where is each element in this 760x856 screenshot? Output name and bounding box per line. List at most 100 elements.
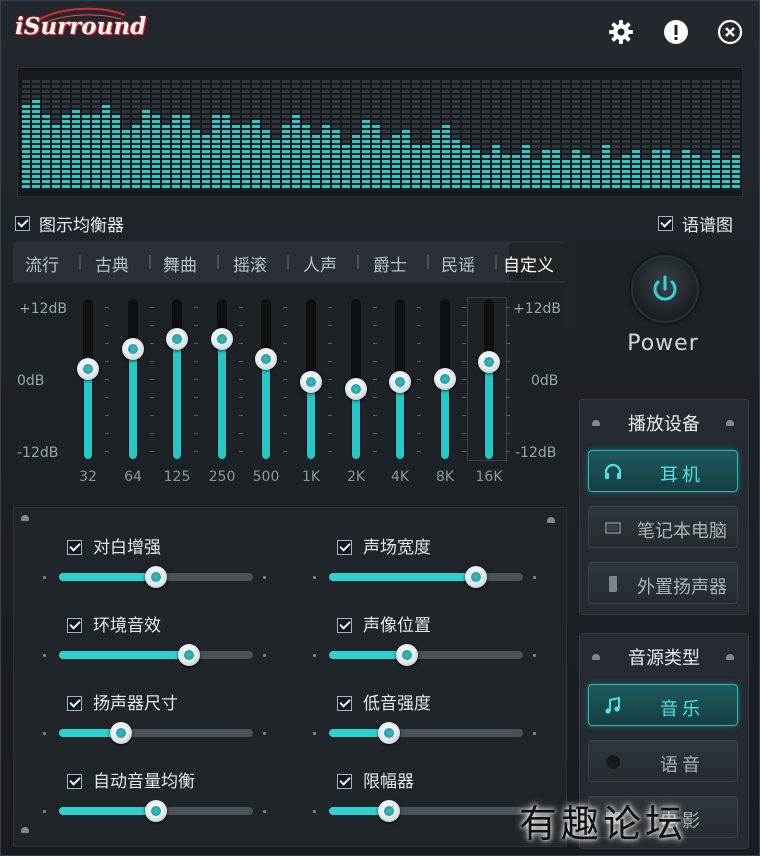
source-music-button[interactable]: 音乐 <box>588 684 738 726</box>
playback-device-panel: 播放设备 耳机 笔记本电脑 外置扬声器 <box>579 399 749 615</box>
eq-tick <box>373 379 377 380</box>
effect-slider-knob[interactable] <box>396 644 418 666</box>
eq-tick <box>373 343 377 344</box>
effect-label: 低音强度 <box>363 694 431 714</box>
effect-slider-track[interactable] <box>329 566 523 588</box>
eq-tick <box>283 451 287 452</box>
tab-preset-dance[interactable]: 舞曲 <box>163 251 197 276</box>
eq-tick <box>150 415 154 416</box>
effect-checkbox[interactable] <box>337 771 352 790</box>
eq-slider-knob[interactable] <box>345 378 367 400</box>
effect-checkbox[interactable] <box>337 615 352 634</box>
eq-tick <box>283 415 287 416</box>
graphic-eq-checkbox[interactable] <box>15 213 30 232</box>
eq-tick <box>194 415 198 416</box>
eq-tick <box>417 379 421 380</box>
info-button[interactable] <box>662 18 690 46</box>
eq-tick <box>239 379 243 380</box>
effect-slider-track[interactable] <box>329 800 523 822</box>
eq-frequency-label: 64 <box>124 469 142 485</box>
tab-preset-folk[interactable]: 民谣 <box>441 251 475 276</box>
eq-tick <box>328 361 332 362</box>
eq-slider-knob[interactable] <box>211 328 233 350</box>
eq-tick <box>417 343 421 344</box>
eq-frequency-label: 250 <box>208 469 236 485</box>
eq-frequency-label: 125 <box>163 469 191 485</box>
effect-checkbox[interactable] <box>337 537 352 556</box>
preset-tabs: 流行 古典 舞曲 摇滚 人声 爵士 民谣 自定义 <box>13 241 571 283</box>
effect-slider-track[interactable] <box>59 644 253 666</box>
checkbox-checked-icon <box>337 774 352 789</box>
db-bottom-label-right: -12dB <box>515 445 557 461</box>
eq-tick <box>328 397 332 398</box>
effect-checkbox[interactable] <box>67 615 82 634</box>
eq-tick <box>373 433 377 434</box>
effect-checkbox[interactable] <box>67 771 82 790</box>
eq-tick <box>417 415 421 416</box>
eq-slider-knob[interactable] <box>77 358 99 380</box>
eq-tick <box>150 343 154 344</box>
eq-tick <box>506 361 510 362</box>
effect-slider-track[interactable] <box>329 644 523 666</box>
eq-slider-knob[interactable] <box>434 368 456 390</box>
effect-slider-fill <box>59 573 156 581</box>
effect-slider-knob[interactable] <box>178 644 200 666</box>
tab-preset-jazz[interactable]: 爵士 <box>373 251 407 276</box>
effect-slider-track[interactable] <box>59 722 253 744</box>
eq-slider-knob[interactable] <box>166 328 188 350</box>
eq-tick <box>194 343 198 344</box>
source-voice-button[interactable]: 语音 <box>588 740 738 782</box>
slider-min-dot <box>313 810 316 813</box>
eq-frequency-label: 500 <box>252 469 280 485</box>
device-headphone-button[interactable]: 耳机 <box>588 450 738 492</box>
effect-checkbox[interactable] <box>67 693 82 712</box>
effect-label: 对白增强 <box>93 538 161 558</box>
settings-button[interactable] <box>607 18 635 46</box>
slider-min-dot <box>313 732 316 735</box>
effect-slider-fill <box>59 651 189 659</box>
tab-preset-classical[interactable]: 古典 <box>95 251 129 276</box>
effect-slider-knob[interactable] <box>465 566 487 588</box>
eq-tick <box>150 361 154 362</box>
eq-tick <box>283 433 287 434</box>
eq-tick <box>506 415 510 416</box>
effect-slider-knob[interactable] <box>378 722 400 744</box>
checkbox-checked-icon <box>67 618 82 633</box>
eq-tick <box>328 343 332 344</box>
effect-checkbox[interactable] <box>67 537 82 556</box>
eq-slider-track[interactable] <box>261 299 271 459</box>
power-button[interactable] <box>631 255 699 323</box>
close-button[interactable] <box>716 18 744 46</box>
tab-divider <box>287 255 289 269</box>
eq-frequency-label: 8K <box>435 469 455 485</box>
eq-tick <box>283 325 287 326</box>
device-speaker-button[interactable]: 外置扬声器 <box>588 562 738 604</box>
eq-tick <box>506 451 510 452</box>
effect-slider-knob[interactable] <box>378 800 400 822</box>
eq-slider-track[interactable] <box>217 299 227 459</box>
effect-checkbox[interactable] <box>337 693 352 712</box>
effect-slider-knob[interactable] <box>145 800 167 822</box>
tab-preset-rock[interactable]: 摇滚 <box>233 251 267 276</box>
effect-slider-knob[interactable] <box>145 566 167 588</box>
tab-preset-vocal[interactable]: 人声 <box>303 251 337 276</box>
checkbox-checked-icon <box>658 216 673 231</box>
info-icon <box>664 20 688 44</box>
playback-device-title: 播放设备 <box>628 414 700 435</box>
eq-slider-track[interactable] <box>128 299 138 459</box>
device-laptop-button[interactable]: 笔记本电脑 <box>588 506 738 548</box>
tab-preset-custom[interactable]: 自定义 <box>503 251 554 276</box>
eq-slider-track[interactable] <box>172 299 182 459</box>
eq-slider-knob[interactable] <box>255 348 277 370</box>
db-mid-label-right: 0dB <box>531 373 559 389</box>
effect-slider-track[interactable] <box>59 800 253 822</box>
effect-slider-track[interactable] <box>329 722 523 744</box>
tab-preset-pop[interactable]: 流行 <box>25 251 59 276</box>
effect-slider-knob[interactable] <box>110 722 132 744</box>
effect-slider-track[interactable] <box>59 566 253 588</box>
eq-tick <box>506 397 510 398</box>
spectrum-checkbox[interactable] <box>658 213 673 232</box>
eq-slider-knob[interactable] <box>122 338 144 360</box>
eq-slider-track[interactable] <box>484 299 494 459</box>
effect-slider-fill <box>59 807 156 815</box>
